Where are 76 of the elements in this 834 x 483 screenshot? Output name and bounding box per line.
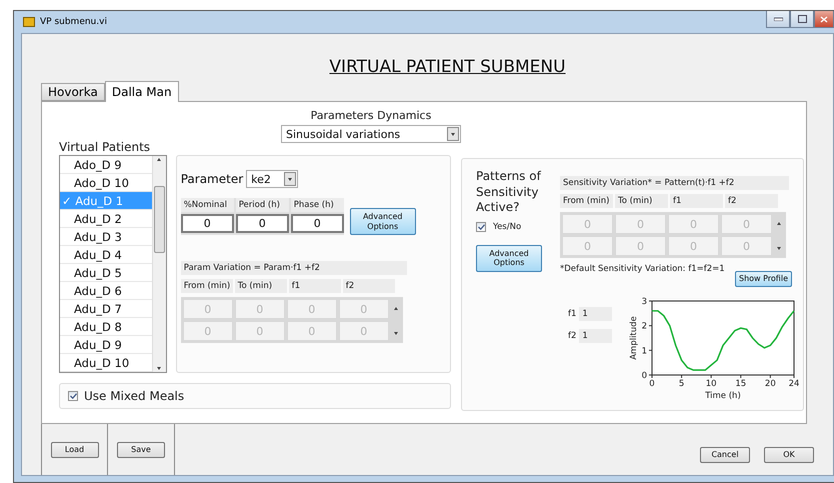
x-tick-label: 15 bbox=[736, 379, 747, 389]
window-title: VP submenu.vi bbox=[40, 17, 107, 27]
checkbox[interactable] bbox=[68, 391, 78, 401]
column-header: From (min) bbox=[560, 194, 613, 208]
column-header: Phase (h) bbox=[290, 198, 344, 212]
page-heading: VIRTUAL PATIENT SUBMENU bbox=[329, 57, 566, 77]
load-button[interactable]: Load bbox=[50, 442, 98, 458]
column-header: %Nominal bbox=[180, 198, 234, 212]
factor-label: f2 bbox=[568, 331, 576, 341]
sensitivity-label: Patterns of Sensitivity Active? bbox=[476, 169, 542, 216]
patient-item[interactable]: Adu_D 10 bbox=[60, 354, 152, 372]
factor-label: f1 bbox=[568, 309, 576, 319]
number-field[interactable]: 0 bbox=[180, 214, 234, 233]
y-tick-label: 0 bbox=[642, 371, 648, 381]
x-tick-label: 20 bbox=[765, 379, 776, 389]
dynamics-dropdown[interactable]: Sinusoidal variations bbox=[281, 125, 461, 143]
parameter-label: Parameter bbox=[180, 172, 244, 186]
dialog-button[interactable]: OK bbox=[764, 446, 814, 462]
formula-label: Param Variation = Param·f1 +f2 bbox=[180, 261, 407, 275]
caret-icon bbox=[284, 172, 296, 186]
patient-item[interactable]: Adu_D 8 bbox=[60, 318, 152, 336]
column-header: f1 bbox=[288, 279, 341, 293]
x-tick: 24 bbox=[789, 374, 800, 389]
x-tick-label: 10 bbox=[706, 379, 717, 389]
column-header: f1 bbox=[670, 194, 723, 208]
x-tick: 10 bbox=[706, 374, 717, 389]
patient-item[interactable]: Adu_D 7 bbox=[60, 300, 152, 318]
x-axis-label: Time (h) bbox=[706, 391, 742, 401]
x-tick: 5 bbox=[679, 374, 685, 389]
patient-item[interactable]: Adu_D 3 bbox=[60, 228, 152, 246]
virtual-patients-label: Virtual Patients bbox=[59, 140, 152, 155]
close-icon[interactable] bbox=[814, 11, 834, 28]
number-field[interactable]: 0 bbox=[290, 214, 344, 233]
patient-item[interactable]: Adu_D 2 bbox=[60, 210, 152, 228]
factor-field: 1 bbox=[579, 329, 612, 343]
column-header: To (min) bbox=[234, 279, 287, 293]
x-tick: 15 bbox=[736, 374, 747, 389]
minimize-icon[interactable] bbox=[766, 11, 790, 28]
column-header: f2 bbox=[725, 194, 778, 208]
app-icon bbox=[23, 17, 35, 27]
y-tick: 2 bbox=[642, 322, 653, 332]
column-header: To (min) bbox=[615, 194, 668, 208]
tab[interactable]: Hovorka bbox=[41, 83, 105, 101]
patient-item[interactable]: Ado_D 9 bbox=[60, 156, 152, 174]
y-tick-label: 1 bbox=[642, 346, 648, 356]
dynamics-label: Parameters Dynamics bbox=[310, 109, 432, 122]
patient-item[interactable]: Adu_D 5 bbox=[60, 264, 152, 282]
patient-item[interactable]: Adu_D 4 bbox=[60, 246, 152, 264]
y-axis-label: Amplitude bbox=[629, 316, 640, 360]
dialog-button[interactable]: Cancel bbox=[700, 446, 750, 462]
column-header: From (min) bbox=[180, 279, 233, 293]
column-header: Period (h) bbox=[236, 198, 289, 212]
y-tick-label: 2 bbox=[642, 322, 648, 332]
mixed-meals-label: Use Mixed Meals bbox=[84, 389, 184, 403]
footnote: *Default Sensitivity Variation: f1=f2=1 bbox=[560, 264, 725, 274]
x-tick-label: 0 bbox=[650, 379, 656, 389]
scrollbar[interactable] bbox=[152, 156, 166, 372]
y-tick: 1 bbox=[642, 346, 653, 356]
patient-item[interactable]: Adu_D 6 bbox=[60, 282, 152, 300]
number-field[interactable]: 0 bbox=[236, 214, 289, 233]
tab[interactable]: Dalla Man bbox=[104, 81, 179, 102]
x-tick-label: 5 bbox=[679, 379, 685, 389]
y-tick: 3 bbox=[642, 297, 653, 307]
caret-icon bbox=[447, 127, 459, 141]
x-tick: 20 bbox=[765, 374, 776, 389]
formula-label: Sensitivity Variation* = Pattern(t)·f1 +f2 bbox=[560, 176, 789, 190]
patient-item[interactable]: Adu_D 9 bbox=[60, 336, 152, 354]
y-tick-label: 3 bbox=[642, 297, 648, 307]
parameter-dropdown[interactable]: ke2 bbox=[246, 170, 298, 188]
advanced-options-button[interactable]: Advanced Options bbox=[350, 208, 416, 235]
column-header: f2 bbox=[342, 279, 395, 293]
x-tick-label: 24 bbox=[788, 379, 800, 389]
maximize-icon[interactable] bbox=[790, 11, 814, 28]
save-button[interactable]: Save bbox=[117, 442, 165, 458]
yes-no-label: Yes/No bbox=[493, 222, 522, 232]
factor-field: 1 bbox=[579, 307, 612, 321]
